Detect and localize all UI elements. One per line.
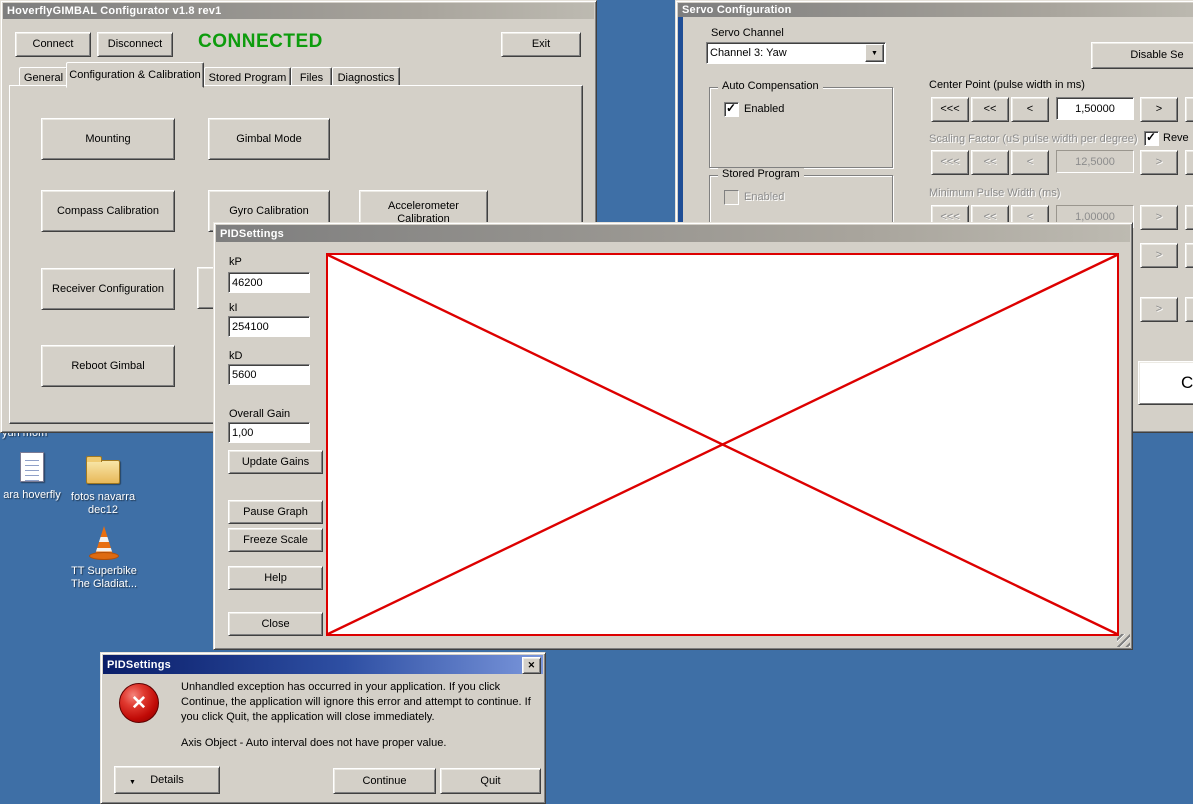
error-detail: Axis Object - Auto interval does not hav…: [181, 737, 543, 749]
pid-window-title: PIDSettings: [220, 228, 284, 240]
details-button[interactable]: Details: [114, 766, 220, 794]
kp-label: kP: [229, 256, 242, 268]
kd-label: kD: [229, 350, 242, 362]
main-window-title: HoverflyGIMBAL Configurator v1.8 rev1: [7, 5, 221, 17]
ki-label: kI: [229, 302, 238, 314]
gimbal-mode-button[interactable]: Gimbal Mode: [208, 118, 330, 160]
desktop-icon-label: ara hoverfly: [0, 489, 64, 502]
stored-program-group-label: Stored Program: [718, 168, 804, 180]
center-point-dec1-button[interactable]: <: [1011, 97, 1049, 122]
reverse-label: Reve: [1163, 132, 1189, 144]
center-point-input[interactable]: [1056, 97, 1134, 120]
kd-input[interactable]: [228, 364, 310, 385]
max-pulse-inc2-button-partial: [1185, 243, 1193, 268]
disconnect-button[interactable]: Disconnect: [97, 32, 173, 57]
scaling-factor-dec1-button: <: [1011, 150, 1049, 175]
reverse-checkbox[interactable]: [1144, 131, 1159, 146]
desktop-icon-vlc-cone[interactable]: TT Superbike The Gladiat...: [65, 526, 143, 591]
chevron-down-icon[interactable]: [865, 44, 884, 62]
servo-channel-select[interactable]: Channel 3: Yaw: [706, 42, 886, 64]
scaling-factor-input: [1056, 150, 1134, 173]
servo-close-button-partial[interactable]: Cl: [1138, 361, 1193, 405]
details-button-label: Details: [150, 774, 184, 787]
extra-row-inc1-button: >: [1140, 297, 1178, 322]
error-dialog-title: PIDSettings: [107, 659, 171, 671]
auto-compensation-enabled-label: Enabled: [744, 103, 784, 115]
continue-button[interactable]: Continue: [333, 768, 436, 794]
exit-button[interactable]: Exit: [501, 32, 581, 57]
freeze-scale-button[interactable]: Freeze Scale: [228, 528, 323, 552]
servo-channel-value: Channel 3: Yaw: [710, 47, 787, 59]
desktop-icon-text-document[interactable]: ara hoverfly: [0, 452, 64, 502]
quit-button[interactable]: Quit: [440, 768, 541, 794]
broken-image-x-icon: [328, 255, 1117, 634]
close-icon[interactable]: [522, 657, 541, 674]
chevron-down-icon: [129, 775, 136, 788]
desktop-icon-folder[interactable]: fotos navarra dec12: [64, 458, 142, 517]
scaling-factor-label: Scaling Factor (uS pulse width per degre…: [929, 133, 1138, 145]
pause-graph-button[interactable]: Pause Graph: [228, 500, 323, 524]
extra-row-inc2-button-partial: [1185, 297, 1193, 322]
overall-gain-input[interactable]: [228, 422, 310, 443]
resize-grip[interactable]: [1117, 634, 1130, 647]
scaling-factor-inc1-button: >: [1140, 150, 1178, 175]
auto-compensation-enabled-checkbox[interactable]: [724, 102, 739, 117]
center-point-inc2-button-partial[interactable]: [1185, 97, 1193, 122]
text-document-icon: [20, 452, 44, 482]
center-point-dec2-button[interactable]: <<: [971, 97, 1009, 122]
min-pulse-width-label: Minimum Pulse Width (ms): [929, 187, 1060, 199]
min-pulse-inc1-button: >: [1140, 205, 1178, 230]
connect-button[interactable]: Connect: [15, 32, 91, 57]
desktop-icon-label: TT Superbike The Gladiat...: [65, 565, 143, 591]
servo-channel-label: Servo Channel: [711, 27, 784, 39]
scaling-factor-inc2-button-partial: [1185, 150, 1193, 175]
receiver-configuration-button[interactable]: Receiver Configuration: [41, 268, 175, 310]
reboot-gimbal-button[interactable]: Reboot Gimbal: [41, 345, 175, 387]
pid-graph-broken-chart-placeholder: [326, 253, 1119, 636]
kp-input[interactable]: [228, 272, 310, 293]
main-window-titlebar[interactable]: HoverflyGIMBAL Configurator v1.8 rev1: [3, 3, 594, 19]
ki-input[interactable]: [228, 316, 310, 337]
error-icon: [119, 683, 159, 723]
max-pulse-inc1-button: >: [1140, 243, 1178, 268]
auto-compensation-group-label: Auto Compensation: [718, 80, 823, 92]
error-dialog: PIDSettings Unhandled exception has occu…: [100, 652, 546, 804]
overall-gain-label: Overall Gain: [229, 408, 290, 420]
servo-window-titlebar[interactable]: Servo Configuration: [678, 3, 1193, 17]
center-point-inc1-button[interactable]: >: [1140, 97, 1178, 122]
tab-configuration-calibration[interactable]: Configuration & Calibration: [66, 62, 204, 88]
error-message: Unhandled exception has occurred in your…: [181, 680, 543, 725]
min-pulse-inc2-button-partial: [1185, 205, 1193, 230]
auto-compensation-group: Auto Compensation Enabled: [709, 87, 893, 168]
center-point-dec3-button[interactable]: <<<: [931, 97, 969, 122]
center-point-label: Center Point (pulse width in ms): [929, 79, 1085, 91]
mounting-button[interactable]: Mounting: [41, 118, 175, 160]
pid-settings-window: PIDSettings kP kI kD Overall Gain Update…: [213, 222, 1133, 650]
connection-status-text: CONNECTED: [198, 31, 323, 53]
desktop: { "colors": {"desktop":"#3E6FA6","status…: [0, 0, 1193, 796]
stored-program-enabled-label: Enabled: [744, 191, 784, 203]
stored-program-enabled-checkbox: [724, 190, 739, 205]
disable-servo-button[interactable]: Disable Se: [1091, 42, 1193, 69]
error-dialog-titlebar[interactable]: PIDSettings: [103, 655, 543, 674]
scaling-factor-dec2-button: <<: [971, 150, 1009, 175]
pid-window-titlebar[interactable]: PIDSettings: [216, 225, 1130, 242]
folder-icon: [86, 460, 120, 484]
compass-calibration-button[interactable]: Compass Calibration: [41, 190, 175, 232]
desktop-icon-label: fotos navarra dec12: [64, 491, 142, 517]
servo-window-title: Servo Configuration: [682, 4, 792, 16]
scaling-factor-dec3-button: <<<: [931, 150, 969, 175]
update-gains-button[interactable]: Update Gains: [228, 450, 323, 474]
help-button[interactable]: Help: [228, 566, 323, 590]
vlc-cone-icon: [89, 526, 119, 560]
pid-close-button[interactable]: Close: [228, 612, 323, 636]
